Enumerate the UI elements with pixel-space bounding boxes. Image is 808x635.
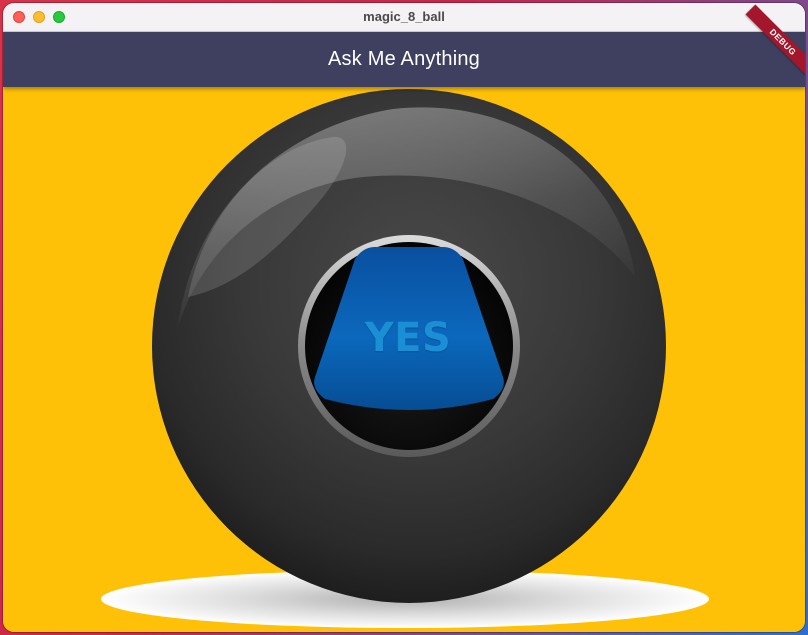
app-window: magic_8_ball Ask Me Anything DEBUG YES xyxy=(3,3,805,632)
app-bar: Ask Me Anything xyxy=(3,32,805,87)
ball-button[interactable]: YES xyxy=(3,87,805,632)
window-title: magic_8_ball xyxy=(363,9,445,24)
answer-text: YES xyxy=(364,315,452,361)
app-bar-title: Ask Me Anything xyxy=(328,48,480,70)
window-titlebar[interactable]: magic_8_ball xyxy=(3,3,805,32)
